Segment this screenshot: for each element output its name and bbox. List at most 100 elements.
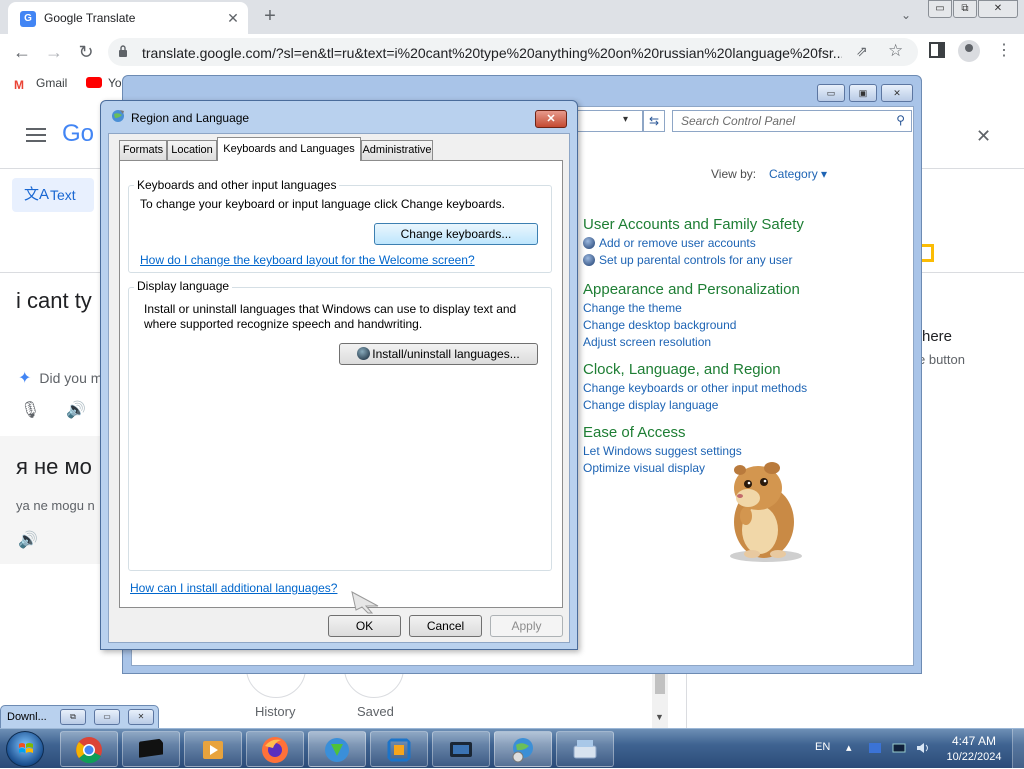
cp-address-bar[interactable]	[575, 110, 643, 132]
windows-logo-icon	[19, 743, 33, 753]
volume-icon[interactable]	[916, 742, 930, 754]
cp-close-button[interactable]: ✕	[881, 84, 913, 102]
youtube-icon	[86, 77, 102, 88]
cp-link-display-language[interactable]: Change display language	[583, 398, 718, 412]
forward-icon[interactable]: →	[42, 40, 66, 64]
address-bar[interactable]: translate.google.com/?sl=en&tl=ru&text=i…	[108, 38, 918, 66]
cp-heading-ease-of-access[interactable]: Ease of Access	[583, 424, 686, 441]
dl-close-button[interactable]: ✕	[128, 709, 154, 725]
dl-maximize-button[interactable]: ▭	[94, 709, 120, 725]
source-text-input[interactable]: i cant ty	[16, 288, 92, 314]
ok-button[interactable]: OK	[328, 615, 401, 637]
browser-tab-bar: G Google Translate ✕ + ⌄ ▭ ⧉ ✕	[0, 0, 1024, 34]
taskbar-virtualbox[interactable]	[370, 731, 428, 767]
dialog-title: Region and Language	[131, 111, 250, 125]
view-by-dropdown[interactable]: Category ▾	[769, 167, 827, 181]
share-icon[interactable]: ⇗	[856, 43, 868, 60]
bookmark-star-icon[interactable]: ☆	[888, 41, 903, 61]
tab-google-translate[interactable]: G Google Translate ✕	[8, 2, 248, 34]
taskbar-media-player[interactable]	[184, 731, 242, 767]
cp-restore-button[interactable]: ▣	[849, 84, 877, 102]
tray-app-icon[interactable]	[868, 742, 882, 754]
tab-keyboards-and-languages[interactable]: Keyboards and Languages	[217, 137, 361, 161]
cancel-button[interactable]: Cancel	[409, 615, 482, 637]
lock-icon	[119, 45, 127, 57]
cp-heading-appearance[interactable]: Appearance and Personalization	[583, 281, 800, 298]
text-mode-button[interactable]: 文A Text	[12, 178, 94, 212]
start-button[interactable]	[6, 731, 44, 767]
tab-formats[interactable]: Formats	[119, 140, 167, 160]
taskbar-chrome[interactable]	[60, 731, 118, 767]
side-panel-icon[interactable]	[929, 42, 945, 58]
microphone-icon[interactable]: 🎙	[20, 400, 40, 420]
tab-location[interactable]: Location	[167, 140, 217, 160]
taskbar-monitor-app[interactable]	[432, 731, 490, 767]
bookmark-youtube[interactable]: Yo	[86, 76, 122, 90]
cp-minimize-button[interactable]: ▭	[817, 84, 845, 102]
cp-link-parental-controls[interactable]: Set up parental controls for any user	[583, 253, 792, 267]
listen-source-icon[interactable]: 🔊	[66, 400, 86, 420]
did-you-mean-suggestion[interactable]: ✦ Did you m	[18, 368, 102, 388]
firefox-icon	[262, 737, 288, 763]
dialog-close-button[interactable]: ✕	[535, 110, 567, 128]
network-icon[interactable]	[892, 742, 906, 754]
taskbar-control-panel[interactable]	[494, 731, 552, 767]
install-additional-languages-link[interactable]: How can I install additional languages?	[130, 581, 337, 595]
scroll-down-arrow-icon[interactable]: ▼	[655, 712, 664, 722]
taskbar-download-manager[interactable]	[308, 731, 366, 767]
scrollbar-thumb[interactable]	[655, 674, 665, 694]
cp-link-add-remove-users[interactable]: Add or remove user accounts	[583, 236, 756, 250]
tab-administrative[interactable]: Administrative	[361, 140, 433, 160]
cp-refresh-icon[interactable]: ⇆	[643, 110, 665, 132]
apply-button[interactable]: Apply	[490, 615, 563, 637]
cp-link-label: Set up parental controls for any user	[599, 253, 793, 267]
page-scrollbar[interactable]: ▼	[652, 670, 668, 728]
monitor-icon	[450, 742, 472, 757]
address-dropdown-icon[interactable]: ▾	[623, 114, 628, 125]
chrome-menu-icon[interactable]: ⋮	[996, 42, 1012, 60]
taskbar-firefox[interactable]	[246, 731, 304, 767]
profile-avatar-icon[interactable]	[958, 40, 980, 62]
close-panel-icon[interactable]: ✕	[976, 126, 991, 147]
install-uninstall-languages-button[interactable]: Install/uninstall languages...	[339, 343, 538, 365]
show-desktop-button[interactable]	[1012, 729, 1024, 769]
language-indicator[interactable]: EN	[815, 741, 830, 753]
cp-link-suggest-settings[interactable]: Let Windows suggest settings	[583, 444, 742, 458]
dl-restore-button[interactable]: ⧉	[60, 709, 86, 725]
cp-search-input[interactable]: Search Control Panel ⚲	[672, 110, 912, 132]
cp-link-screen-resolution[interactable]: Adjust screen resolution	[583, 335, 711, 349]
tab-close-icon[interactable]: ✕	[224, 9, 242, 27]
welcome-screen-keyboard-link[interactable]: How do I change the keyboard layout for …	[140, 253, 475, 267]
close-window-button[interactable]: ✕	[978, 0, 1018, 18]
translate-text-icon: 文A	[24, 186, 50, 203]
bookmark-gmail[interactable]: M Gmail	[14, 76, 67, 91]
listen-translation-icon[interactable]: 🔊	[18, 530, 38, 550]
install-button-label: Install/uninstall languages...	[372, 347, 520, 361]
cp-link-change-keyboards[interactable]: Change keyboards or other input methods	[583, 381, 807, 395]
cp-link-optimize-display[interactable]: Optimize visual display	[583, 461, 705, 475]
cp-link-change-theme[interactable]: Change the theme	[583, 301, 682, 315]
cp-heading-clock-language[interactable]: Clock, Language, and Region	[583, 361, 781, 378]
cp-heading-user-accounts[interactable]: User Accounts and Family Safety	[583, 216, 804, 233]
download-manager-icon	[325, 738, 349, 762]
restore-button[interactable]: ⧉	[953, 0, 977, 18]
display-language-group-title: Display language	[134, 279, 233, 293]
download-window[interactable]: Downl... ⧉ ▭ ✕	[0, 705, 159, 729]
taskbar-terminal[interactable]	[122, 731, 180, 767]
back-icon[interactable]: ←	[10, 40, 34, 64]
taskbar-keyboard-app[interactable]	[556, 731, 614, 767]
reload-icon[interactable]: ↻	[74, 40, 98, 64]
hamburger-menu-icon[interactable]	[26, 128, 46, 142]
change-keyboards-button[interactable]: Change keyboards...	[374, 223, 538, 245]
minimize-button[interactable]: ▭	[928, 0, 952, 18]
show-hidden-icons-button[interactable]: ▴	[846, 741, 852, 754]
hamster-desktop-pet-icon[interactable]	[718, 458, 808, 564]
new-tab-button[interactable]: +	[258, 5, 282, 29]
clock-time[interactable]: 4:47 AM	[950, 734, 998, 748]
clock-date[interactable]: 10/22/2024	[938, 751, 1010, 763]
tab-search-icon[interactable]: ⌄	[896, 8, 916, 28]
url-text[interactable]: translate.google.com/?sl=en&tl=ru&text=i…	[142, 45, 842, 61]
google-logo: Go	[62, 120, 95, 147]
cp-link-desktop-background[interactable]: Change desktop background	[583, 318, 736, 332]
search-icon[interactable]: ⚲	[896, 113, 905, 127]
